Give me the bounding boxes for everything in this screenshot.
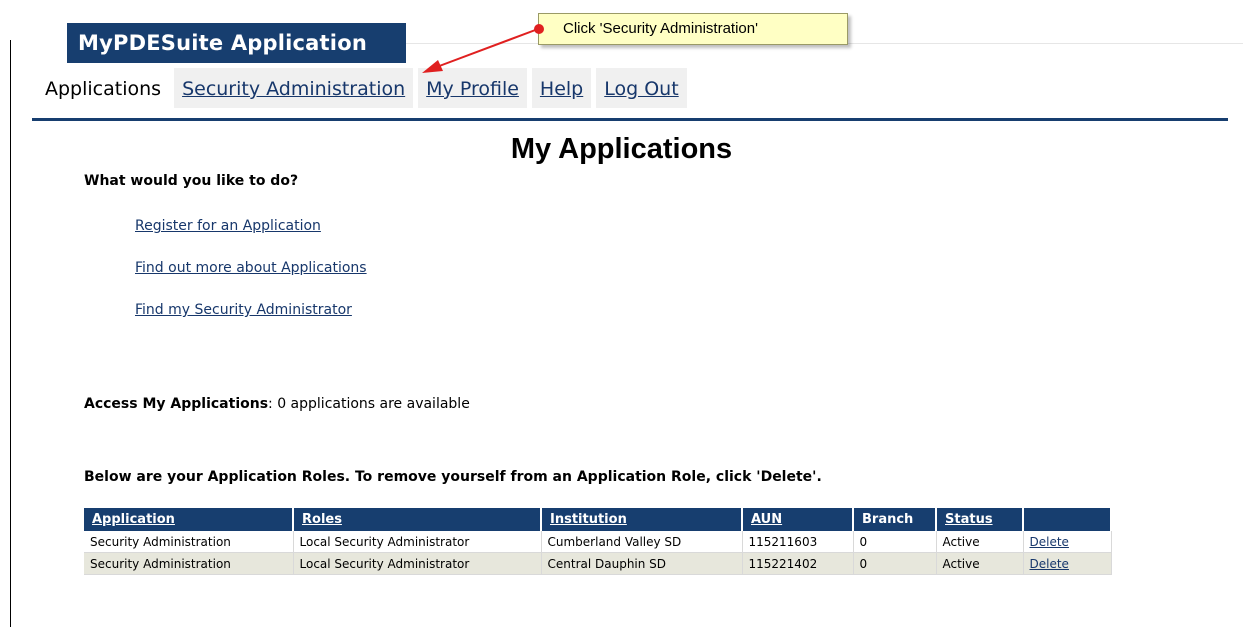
cell-branch: 0 [853, 531, 937, 553]
table-row: Security Administration Local Security A… [84, 552, 1112, 575]
nav-item-help[interactable]: Help [531, 68, 592, 108]
app-title: MyPDESuite Application [67, 23, 406, 63]
nav-item-applications[interactable]: Applications [38, 68, 169, 108]
column-header-actions [1023, 508, 1112, 531]
cell-application: Security Administration [84, 531, 294, 553]
cell-aun: 115211603 [742, 531, 854, 553]
column-header-aun[interactable]: AUN [742, 508, 854, 531]
nav-item-security-administration[interactable]: Security Administration [174, 68, 414, 108]
cell-institution: Central Dauphin SD [541, 552, 743, 575]
column-header-branch: Branch [853, 508, 937, 531]
delete-link[interactable]: Delete [1030, 535, 1069, 549]
find-security-admin-link[interactable]: Find my Security Administrator [135, 302, 352, 318]
nav-divider [32, 118, 1228, 121]
application-roles-table: Application Roles Institution AUN Branch… [84, 508, 1112, 575]
delete-link[interactable]: Delete [1030, 557, 1069, 571]
roles-instructions: Below are your Application Roles. To rem… [84, 469, 822, 485]
table-header-row: Application Roles Institution AUN Branch… [84, 508, 1112, 531]
cell-branch: 0 [853, 552, 937, 575]
sort-status-link[interactable]: Status [945, 512, 993, 527]
actions-heading: What would you like to do? [84, 173, 299, 189]
access-count-text: : 0 applications are available [268, 396, 470, 412]
sort-institution-link[interactable]: Institution [550, 512, 627, 527]
cell-status: Active [936, 552, 1024, 575]
page-title: My Applications [510, 133, 733, 165]
learn-applications-link[interactable]: Find out more about Applications [135, 260, 367, 276]
column-header-roles[interactable]: Roles [293, 508, 542, 531]
main-nav: Applications Security Administration My … [38, 68, 687, 108]
register-application-link[interactable]: Register for an Application [135, 218, 321, 234]
cell-actions: Delete [1023, 531, 1112, 553]
instruction-callout: Click 'Security Administration' [538, 13, 848, 45]
left-border [10, 40, 11, 627]
nav-item-my-profile[interactable]: My Profile [418, 68, 527, 108]
callout-arrow-line [433, 28, 539, 69]
access-applications-status: Access My Applications: 0 applications a… [84, 396, 470, 412]
column-header-institution[interactable]: Institution [541, 508, 743, 531]
column-header-application[interactable]: Application [84, 508, 294, 531]
cell-institution: Cumberland Valley SD [541, 531, 743, 553]
access-label: Access My Applications [84, 396, 269, 412]
cell-application: Security Administration [84, 552, 294, 575]
cell-actions: Delete [1023, 552, 1112, 575]
sort-roles-link[interactable]: Roles [302, 512, 342, 527]
sort-aun-link[interactable]: AUN [751, 512, 782, 527]
cell-aun: 115221402 [742, 552, 854, 575]
cell-status: Active [936, 531, 1024, 553]
table-row: Security Administration Local Security A… [84, 531, 1112, 553]
sort-application-link[interactable]: Application [92, 512, 175, 527]
nav-item-log-out[interactable]: Log Out [596, 68, 687, 108]
cell-role: Local Security Administrator [293, 531, 542, 553]
cell-role: Local Security Administrator [293, 552, 542, 575]
column-header-status[interactable]: Status [936, 508, 1024, 531]
